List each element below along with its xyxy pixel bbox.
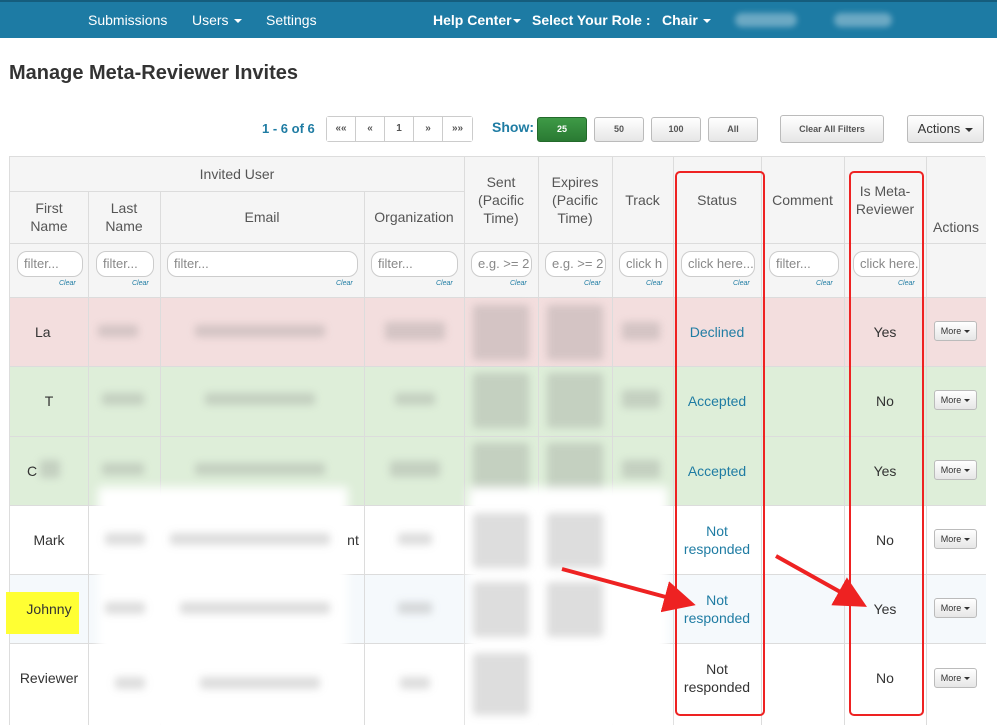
- arrow-to-meta-reviewer: [775, 554, 867, 607]
- annotation-arrows: [561, 554, 867, 613]
- arrow-to-status: [561, 567, 696, 613]
